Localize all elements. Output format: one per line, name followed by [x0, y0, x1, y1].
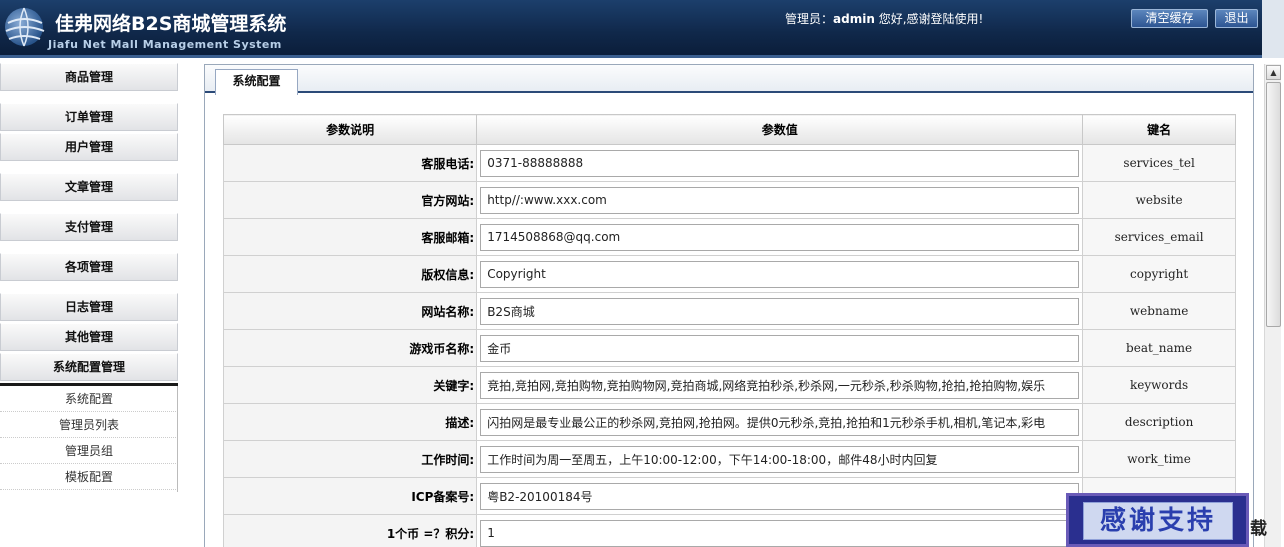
row-label: 游戏币名称: [222, 329, 478, 367]
website-input[interactable] [480, 186, 1080, 214]
row-key: work_time [1082, 440, 1236, 478]
logout-button[interactable]: 退出 [1215, 9, 1258, 28]
subnav-admin-groups[interactable]: 管理员组 [0, 438, 178, 464]
work-time-input[interactable] [480, 445, 1080, 473]
row-label: 描述: [222, 403, 478, 441]
sidebar-item-logs[interactable]: 日志管理 [0, 293, 178, 321]
subnav-template-config[interactable]: 模板配置 [0, 464, 178, 490]
services-email-input[interactable] [480, 223, 1080, 251]
table-row: 描述: description [222, 403, 1236, 441]
sidebar-item-users[interactable]: 用户管理 [0, 133, 178, 161]
webname-input[interactable] [480, 297, 1080, 325]
welcome-text: 管理员：admin 您好,感谢登陆使用! [785, 10, 983, 27]
table-row: 网站名称: webname [222, 292, 1236, 330]
sidebar-item-orders[interactable]: 订单管理 [0, 103, 178, 131]
row-label: 官方网站: [222, 181, 478, 219]
thanks-watermark: 感谢支持 [1066, 493, 1249, 547]
row-label: 网站名称: [222, 292, 478, 330]
table-row: 版权信息: copyright [222, 255, 1236, 293]
download-watermark-text: 载 [1250, 519, 1267, 539]
subnav-system-config[interactable]: 系统配置 [0, 386, 178, 412]
vertical-scrollbar[interactable]: ▲ [1264, 64, 1281, 547]
clear-cache-button[interactable]: 清空缓存 [1131, 9, 1208, 28]
services-tel-input[interactable] [480, 149, 1080, 177]
sidebar-item-system-config[interactable]: 系统配置管理 [0, 353, 178, 381]
header-param-value: 参数值 [476, 114, 1084, 145]
sidebar-item-misc[interactable]: 各项管理 [0, 253, 178, 281]
icp-input[interactable] [480, 482, 1080, 510]
subnav-divider [177, 386, 178, 492]
coin-points-input[interactable] [480, 519, 1080, 547]
row-key: beat_name [1082, 329, 1236, 367]
row-label: 客服电话: [222, 144, 478, 182]
sidebar-item-articles[interactable]: 文章管理 [0, 173, 178, 201]
row-key: description [1082, 403, 1236, 441]
row-label: 1个币 =？积分: [222, 514, 478, 547]
header-key-name: 键名 [1082, 114, 1236, 145]
welcome-prefix: 管理员： [785, 12, 834, 26]
tab-system-config[interactable]: 系统配置 [215, 69, 298, 95]
globe-logo-icon [5, 7, 45, 47]
tab-bar: 系统配置 [205, 65, 1253, 95]
app-subtitle: Jiafu Net Mall Management System [48, 38, 282, 51]
row-label: 工作时间: [222, 440, 478, 478]
table-row: 关键字: keywords [222, 366, 1236, 404]
row-key: webname [1082, 292, 1236, 330]
sidebar-item-payment[interactable]: 支付管理 [0, 213, 178, 241]
beat-name-input[interactable] [480, 334, 1080, 362]
header: 佳弗网络B2S商城管理系统 Jiafu Net Mall Management … [0, 0, 1284, 58]
scroll-up-arrow-icon[interactable]: ▲ [1266, 65, 1281, 80]
row-key: website [1082, 181, 1236, 219]
description-input[interactable] [480, 408, 1080, 436]
row-key: copyright [1082, 255, 1236, 293]
row-key: services_tel [1082, 144, 1236, 182]
scrollbar-thumb[interactable] [1266, 82, 1281, 327]
welcome-suffix: 您好,感谢登陆使用! [874, 12, 984, 26]
row-label: 关键字: [222, 366, 478, 404]
thanks-text: 感谢支持 [1083, 502, 1233, 540]
sidebar-item-other[interactable]: 其他管理 [0, 323, 178, 351]
table-row: 工作时间: work_time [222, 440, 1236, 478]
row-label: ICP备案号: [222, 477, 478, 515]
table-header-row: 参数说明 参数值 键名 [222, 114, 1236, 145]
row-label: 版权信息: [222, 255, 478, 293]
username: admin [833, 12, 875, 26]
table-row: 客服电话: services_tel [222, 144, 1236, 182]
keywords-input[interactable] [480, 371, 1080, 399]
header-right-strip [1262, 0, 1284, 58]
table-row: 官方网站: website [222, 181, 1236, 219]
row-label: 客服邮箱: [222, 218, 478, 256]
config-table: 参数说明 参数值 键名 客服电话: services_tel 官方网站: websi… [222, 114, 1236, 547]
row-key: keywords [1082, 366, 1236, 404]
main-panel: 系统配置 参数说明 参数值 键名 客服电话: services_tel 官方网站:… [204, 64, 1254, 547]
header-param-desc: 参数说明 [222, 114, 478, 145]
copyright-input[interactable] [480, 260, 1080, 288]
sidebar-item-products[interactable]: 商品管理 [0, 63, 178, 91]
subnav-admin-list[interactable]: 管理员列表 [0, 412, 178, 438]
app-title: 佳弗网络B2S商城管理系统 [55, 13, 287, 35]
row-key: services_email [1082, 218, 1236, 256]
table-row: 游戏币名称: beat_name [222, 329, 1236, 367]
table-row: 客服邮箱: services_email [222, 218, 1236, 256]
